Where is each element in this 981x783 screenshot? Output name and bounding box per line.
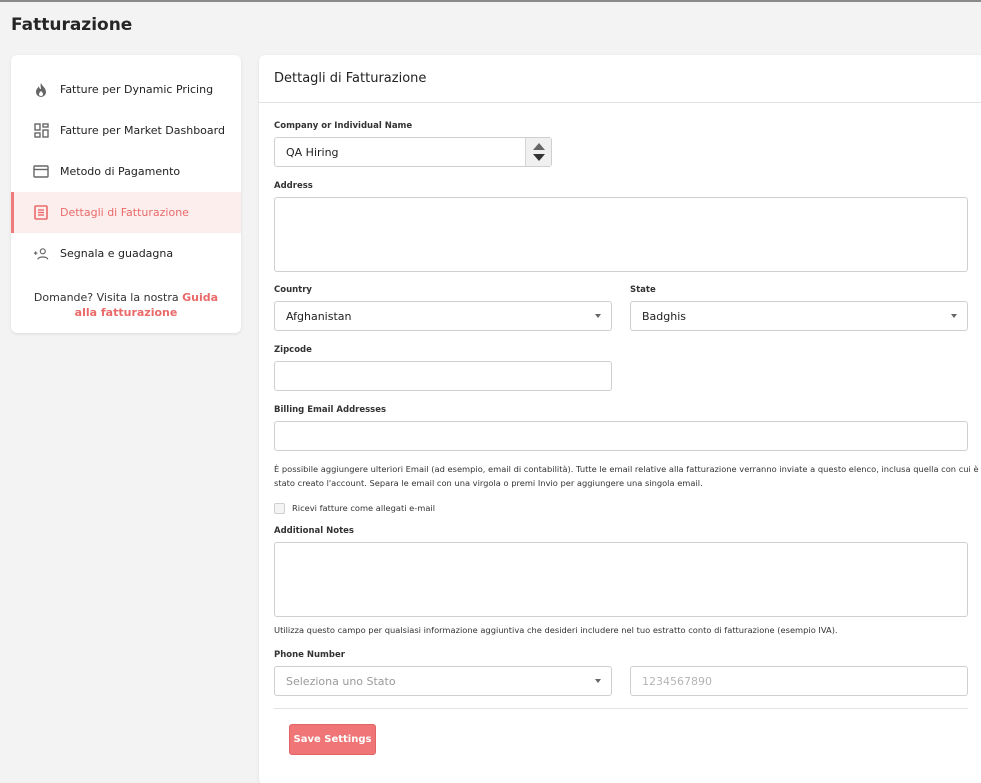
page-title: Fatturazione: [11, 15, 133, 35]
phone-country-placeholder: Seleziona uno Stato: [286, 674, 396, 688]
address-textarea[interactable]: [274, 197, 968, 272]
sidebar-item-payment-method[interactable]: Metodo di Pagamento: [11, 151, 241, 192]
attachments-checkbox[interactable]: [274, 503, 285, 514]
form-divider: [274, 708, 968, 709]
sidebar-item-label: Segnala e guadagna: [60, 247, 174, 260]
billing-email-help-line-2: stato creato l'account. Separa le email …: [274, 478, 703, 488]
address-label: Address: [274, 181, 313, 191]
billing-email-help-line-1: È possibile aggiungere ulteriori Email (…: [274, 464, 979, 474]
additional-notes-help: Utilizza questo campo per qualsiasi info…: [274, 625, 838, 635]
billing-sidebar: Fatture per Dynamic Pricing Fatture per …: [11, 55, 241, 333]
country-label: Country: [274, 285, 312, 295]
flame-icon: [33, 82, 49, 98]
sidebar-item-label: Fatture per Dynamic Pricing: [60, 83, 214, 96]
country-select[interactable]: Afghanistan: [274, 301, 612, 331]
billing-email-input[interactable]: [274, 421, 968, 451]
additional-notes-textarea[interactable]: [274, 542, 968, 617]
zipcode-label: Zipcode: [274, 345, 312, 355]
card-title: Dettagli di Fatturazione: [259, 55, 981, 103]
billing-details-card: Dettagli di Fatturazione Company or Indi…: [259, 55, 981, 783]
sidebar-item-billing-details[interactable]: Dettagli di Fatturazione: [11, 192, 241, 233]
state-label: State: [630, 285, 656, 295]
company-name-stepper[interactable]: [525, 138, 551, 166]
sidebar-item-refer-and-earn[interactable]: Segnala e guadagna: [11, 233, 241, 274]
sidebar-item-label: Dettagli di Fatturazione: [60, 206, 189, 219]
sidebar-item-dynamic-pricing-invoices[interactable]: Fatture per Dynamic Pricing: [11, 69, 241, 110]
sidebar-item-label: Fatture per Market Dashboard: [60, 124, 225, 137]
dashboard-icon: [33, 123, 49, 139]
credit-card-icon: [33, 164, 49, 180]
country-value: Afghanistan: [286, 309, 352, 323]
chevron-down-icon: [595, 314, 601, 318]
billing-help-text: Domande? Visita la nostra Guida alla fat…: [11, 290, 241, 320]
chevron-down-icon: [595, 679, 601, 683]
billing-email-help: È possibile aggiungere ulteriori Email (…: [274, 462, 979, 490]
billing-email-label: Billing Email Addresses: [274, 405, 387, 415]
zipcode-input[interactable]: [274, 361, 612, 391]
sidebar-item-market-dashboard-invoices[interactable]: Fatture per Market Dashboard: [11, 110, 241, 151]
state-value: Badghis: [642, 309, 687, 323]
help-prefix: Domande? Visita la nostra: [33, 291, 183, 304]
phone-number-input[interactable]: 1234567890: [630, 666, 968, 696]
company-name-value: QA Hiring: [286, 145, 339, 159]
attachments-checkbox-label[interactable]: Ricevi fatture come allegati e-mail: [292, 501, 435, 515]
chevron-down-icon: [951, 314, 957, 318]
company-name-label: Company or Individual Name: [274, 121, 413, 131]
save-settings-button[interactable]: Save Settings: [289, 724, 376, 755]
phone-country-select[interactable]: Seleziona uno Stato: [274, 666, 612, 696]
phone-number-label: Phone Number: [274, 650, 345, 660]
state-select[interactable]: Badghis: [630, 301, 968, 331]
additional-notes-label: Additional Notes: [274, 526, 354, 536]
add-person-icon: [33, 246, 49, 262]
phone-number-placeholder: 1234567890: [642, 674, 712, 688]
company-name-input[interactable]: QA Hiring: [274, 137, 552, 167]
stepper-down-icon[interactable]: [532, 154, 545, 161]
sidebar-item-label: Metodo di Pagamento: [60, 165, 181, 178]
document-list-icon: [33, 205, 49, 221]
stepper-up-icon[interactable]: [532, 143, 545, 150]
